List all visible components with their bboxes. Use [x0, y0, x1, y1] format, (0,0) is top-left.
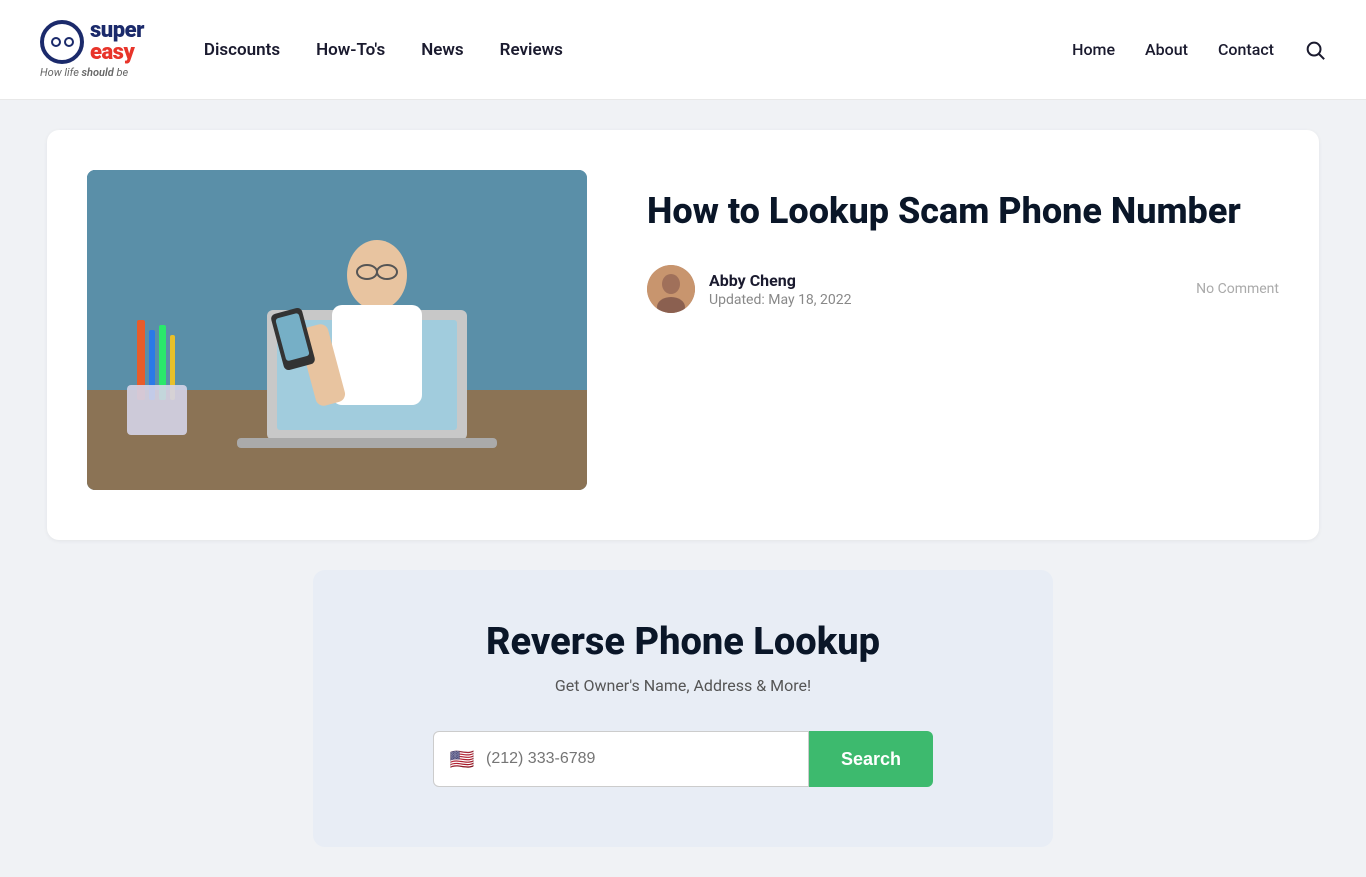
nav-about[interactable]: About [1145, 40, 1188, 59]
author-info: Abby Cheng Updated: May 18, 2022 [709, 271, 1182, 308]
main-nav: Discounts How-To's News Reviews [204, 40, 563, 60]
lookup-title: Reverse Phone Lookup [486, 620, 880, 664]
tagline-suffix: be [114, 66, 128, 79]
logo-text: super easy [90, 20, 144, 64]
article-card: How to Lookup Scam Phone Number Abby Che… [47, 130, 1319, 540]
header-right: Home About Contact [1072, 39, 1326, 61]
phone-input[interactable] [486, 750, 794, 768]
site-header: super easy How life should be Discounts … [0, 0, 1366, 100]
logo-easy-text: easy [90, 42, 144, 64]
author-avatar [647, 265, 695, 313]
author-date: Updated: May 18, 2022 [709, 292, 1182, 308]
logo-tagline: How life should be [40, 66, 128, 79]
logo-super-text: super [90, 20, 144, 42]
logo-outer-circle [40, 20, 84, 64]
tagline-italic: should [82, 66, 114, 79]
search-icon [1304, 39, 1326, 61]
lookup-form: 🇺🇸 Search [433, 731, 933, 787]
us-flag-icon: 🇺🇸 [448, 749, 476, 769]
nav-contact[interactable]: Contact [1218, 40, 1274, 59]
lookup-search-button[interactable]: Search [809, 731, 933, 787]
nav-item-reviews[interactable]: Reviews [500, 40, 563, 60]
no-comment-label: No Comment [1196, 281, 1279, 297]
nav-item-news[interactable]: News [421, 40, 463, 60]
updated-date: May 18, 2022 [768, 292, 851, 308]
search-toggle-button[interactable] [1304, 39, 1326, 61]
logo-graphic: super easy [40, 20, 144, 64]
nav-item-discounts[interactable]: Discounts [204, 40, 280, 60]
avatar-image [647, 265, 695, 313]
logo-inner-circles [51, 37, 74, 47]
article-meta: How to Lookup Scam Phone Number Abby Che… [647, 170, 1279, 313]
article-image [87, 170, 587, 490]
main-content: How to Lookup Scam Phone Number Abby Che… [23, 130, 1343, 847]
logo-circles [40, 20, 84, 64]
logo[interactable]: super easy How life should be [40, 20, 144, 79]
tagline-prefix: How life [40, 66, 82, 79]
phone-input-wrap: 🇺🇸 [433, 731, 809, 787]
lookup-subtitle: Get Owner's Name, Address & More! [555, 676, 811, 695]
header-left: super easy How life should be Discounts … [40, 20, 563, 79]
author-row: Abby Cheng Updated: May 18, 2022 No Comm… [647, 265, 1279, 313]
updated-label: Updated: [709, 292, 765, 308]
article-image-svg [87, 170, 587, 490]
article-title: How to Lookup Scam Phone Number [647, 190, 1279, 233]
logo-inner-circle-left [51, 37, 61, 47]
article-image-wrap [87, 170, 587, 490]
nav-home[interactable]: Home [1072, 40, 1115, 59]
author-name: Abby Cheng [709, 271, 1182, 290]
lookup-section: Reverse Phone Lookup Get Owner's Name, A… [313, 570, 1053, 847]
nav-item-howtos[interactable]: How-To's [316, 40, 385, 60]
logo-inner-circle-right [64, 37, 74, 47]
